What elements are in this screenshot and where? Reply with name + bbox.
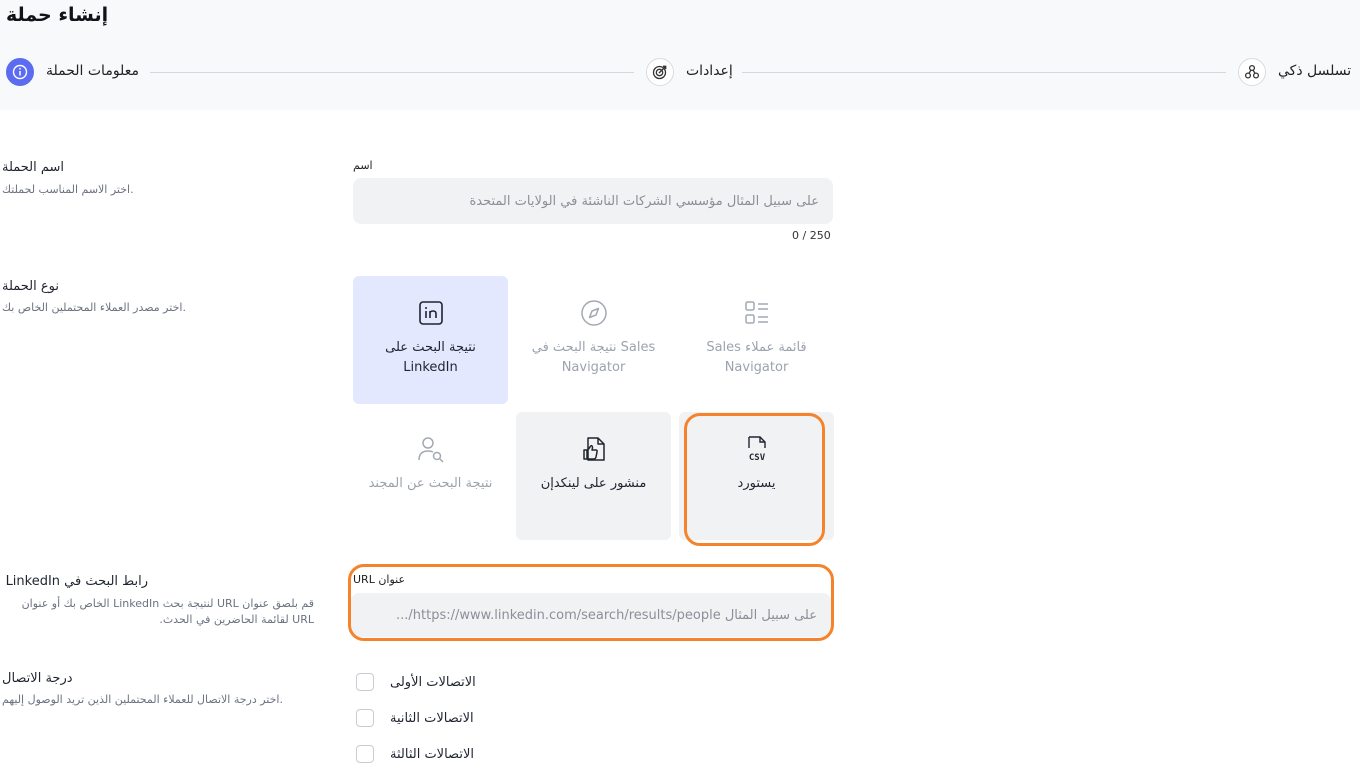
campaign-type-recruiter-search[interactable]: نتيجة البحث عن المجند — [353, 412, 508, 540]
page-title: إنشاء حملة — [6, 4, 109, 26]
thumbs-up-doc-icon — [579, 434, 609, 464]
linkedin-url-title: رابط البحث في LinkedIn — [5, 574, 148, 589]
third-connections-checkbox[interactable] — [356, 745, 374, 763]
campaign-type-sales-navigator-list[interactable]: Sales قائمة عملاء Navigator — [679, 276, 834, 404]
step-smart-sequence-circle[interactable] — [1238, 58, 1266, 86]
campaign-name-counter: 0 / 250 — [792, 229, 831, 242]
campaign-type-linkedin-search[interactable]: نتيجة البحث على LinkedIn — [353, 276, 508, 404]
compass-icon — [579, 298, 609, 328]
step-connector — [742, 72, 1226, 73]
list-icon — [742, 298, 772, 328]
linkedin-url-description: قم بلصق عنوان URL لنتيجة بحث LinkedIn ال… — [21, 597, 314, 626]
header-band — [0, 0, 1360, 110]
campaign-name-title: اسم الحملة — [2, 160, 65, 175]
step-settings-label[interactable]: إعدادات — [686, 63, 733, 79]
user-search-icon — [416, 434, 446, 464]
connection-degree-description: اختر درجة الاتصال للعملاء المحتملين الذي… — [2, 693, 283, 706]
campaign-type-label: نتيجة البحث على LinkedIn — [385, 340, 476, 375]
campaign-type-linkedin-post[interactable]: منشور على لينكدإن — [516, 412, 671, 540]
first-connections-checkbox[interactable] — [356, 673, 374, 691]
campaign-type-label: Sales قائمة عملاء Navigator — [706, 340, 807, 375]
step-settings-circle[interactable] — [646, 58, 674, 86]
second-connections-checkbox[interactable] — [356, 709, 374, 727]
step-campaign-info-circle[interactable] — [6, 58, 34, 86]
campaign-type-description: اختر مصدر العملاء المحتملين الخاص بك. — [2, 301, 186, 314]
network-icon — [1244, 64, 1260, 80]
target-icon — [652, 64, 668, 80]
campaign-type-label: نتيجة البحث عن المجند — [368, 476, 493, 491]
connection-degree-title: درجة الاتصال — [2, 671, 73, 686]
third-connections-label: الاتصالات الثالثة — [390, 747, 474, 762]
first-connections-label: الاتصالات الأولى — [390, 675, 476, 690]
step-smart-sequence-label[interactable]: تسلسل ذكي — [1278, 63, 1351, 79]
second-connections-label: الاتصالات الثانية — [390, 711, 474, 726]
campaign-name-input[interactable] — [353, 178, 833, 224]
campaign-type-sales-navigator-search[interactable]: نتيجة البحث في Sales Navigator — [516, 276, 671, 404]
import-highlight — [684, 413, 825, 546]
campaign-type-label: منشور على لينكدإن — [540, 476, 647, 491]
linkedin-icon — [416, 298, 446, 328]
step-campaign-info-label[interactable]: معلومات الحملة — [46, 63, 139, 79]
campaign-name-field-label: اسم — [353, 159, 373, 172]
campaign-name-description: اختر الاسم المناسب لحملتك. — [2, 183, 134, 196]
campaign-type-label: نتيجة البحث في Sales Navigator — [531, 340, 656, 375]
campaign-type-title: نوع الحملة — [2, 279, 59, 294]
info-icon — [12, 64, 28, 80]
step-connector — [150, 72, 634, 73]
url-highlight — [348, 564, 834, 641]
